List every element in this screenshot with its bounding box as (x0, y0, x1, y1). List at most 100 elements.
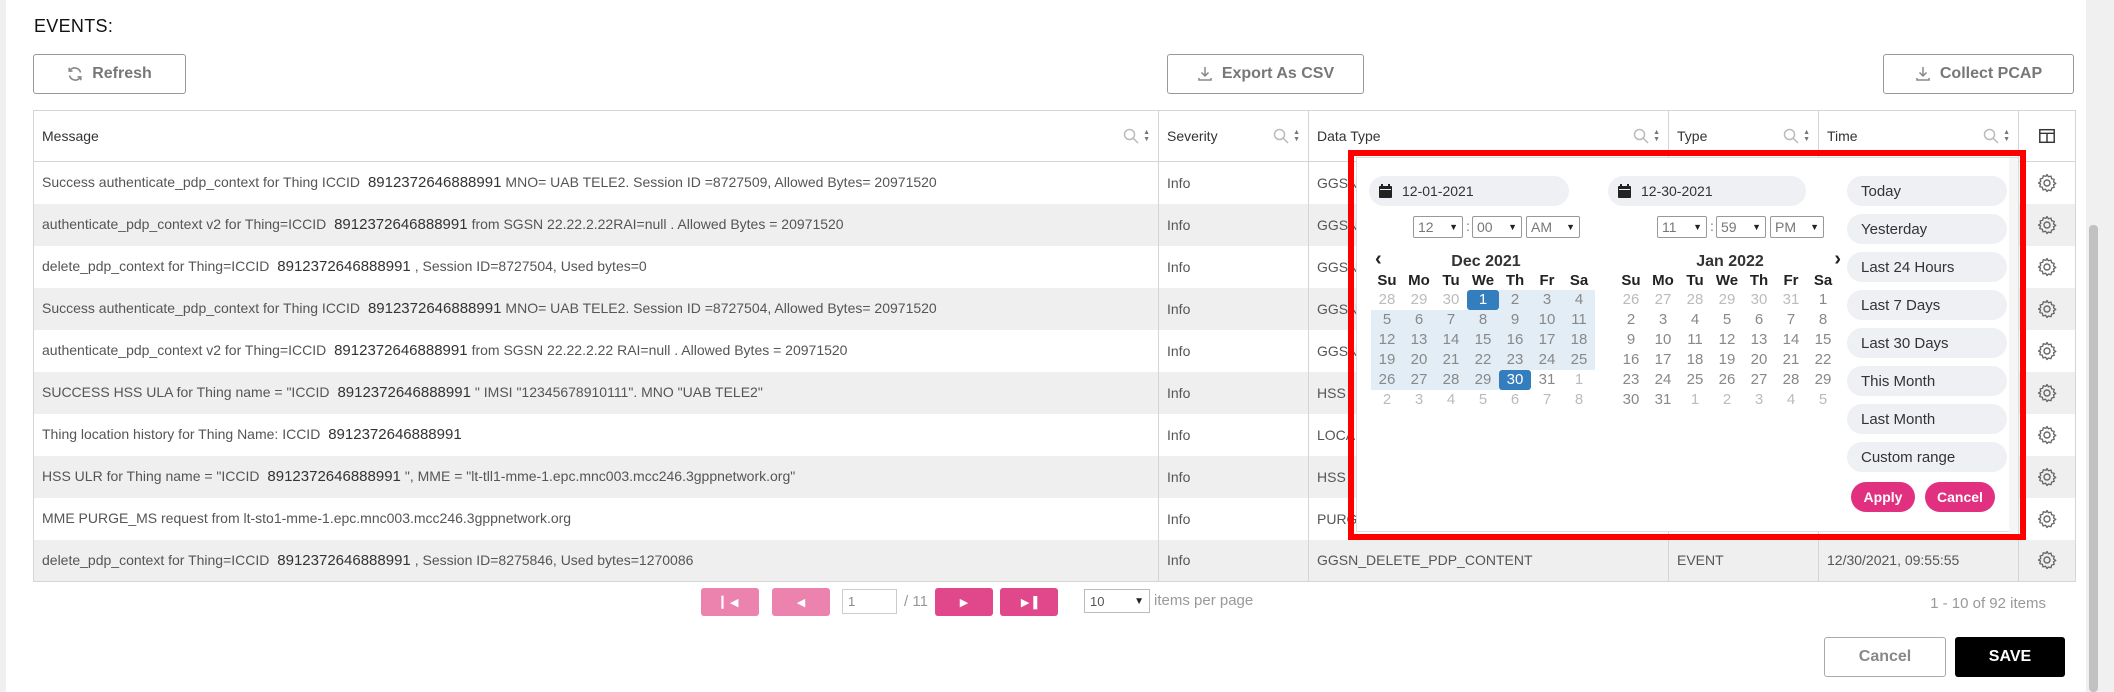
calendar-day[interactable]: 29 (1807, 370, 1839, 390)
calendar-day[interactable]: 12 (1711, 330, 1743, 350)
start-ampm-select[interactable]: AM ▼ (1526, 216, 1580, 238)
column-chooser-header[interactable] (2018, 110, 2076, 162)
calendar-day[interactable]: 9 (1499, 310, 1531, 330)
page-scrollbar[interactable] (2086, 0, 2100, 692)
start-hour-select[interactable]: 12 ▼ (1413, 216, 1463, 238)
calendar-day[interactable]: 16 (1499, 330, 1531, 350)
calendar-day[interactable]: 23 (1615, 370, 1647, 390)
calendar-day[interactable]: 21 (1775, 350, 1807, 370)
calendar-day[interactable]: 17 (1647, 350, 1679, 370)
gear-icon[interactable] (2037, 509, 2057, 529)
calendar-day[interactable]: 2 (1499, 290, 1531, 310)
export-csv-button[interactable]: Export As CSV (1167, 54, 1364, 94)
preset-range-item[interactable]: Today (1847, 176, 2007, 206)
row-settings-cell[interactable] (2018, 497, 2076, 540)
calendar-day[interactable]: 4 (1775, 390, 1807, 410)
calendar-day[interactable]: 17 (1531, 330, 1563, 350)
calendar-day[interactable]: 7 (1531, 390, 1563, 410)
calendar-day[interactable]: 20 (1403, 350, 1435, 370)
calendar-day[interactable]: 7 (1775, 310, 1807, 330)
items-per-page-select[interactable]: 10 ▼ (1084, 589, 1150, 613)
calendar-day[interactable]: 29 (1467, 370, 1499, 390)
column-header[interactable]: Message ▲ ▼ (33, 110, 1159, 162)
next-page-button[interactable]: ▶ (935, 588, 993, 616)
calendar-day[interactable]: 8 (1807, 310, 1839, 330)
calendar-day[interactable]: 2 (1371, 390, 1403, 410)
calendar-day[interactable]: 30 (1615, 390, 1647, 410)
calendar-day[interactable]: 27 (1403, 370, 1435, 390)
calendar-day[interactable]: 19 (1371, 350, 1403, 370)
calendar-day[interactable]: 28 (1775, 370, 1807, 390)
calendar-day[interactable]: 10 (1647, 330, 1679, 350)
search-icon[interactable] (1633, 128, 1649, 144)
calendar-day[interactable]: 28 (1679, 290, 1711, 310)
calendar-day[interactable]: 30 (1435, 290, 1467, 310)
calendar-day[interactable]: 23 (1499, 350, 1531, 370)
calendar-day[interactable]: 10 (1531, 310, 1563, 330)
gear-icon[interactable] (2037, 341, 2057, 361)
search-icon[interactable] (1983, 128, 1999, 144)
prev-page-button[interactable]: ◀ (772, 588, 830, 616)
calendar-day[interactable]: 13 (1743, 330, 1775, 350)
row-settings-cell[interactable] (2018, 413, 2076, 456)
calendar-day[interactable]: 6 (1403, 310, 1435, 330)
first-page-button[interactable]: ▎◀ (701, 588, 759, 616)
column-header[interactable]: Severity ▲ ▼ (1158, 110, 1309, 162)
calendar-day[interactable]: 3 (1403, 390, 1435, 410)
calendar-day[interactable]: 29 (1711, 290, 1743, 310)
calendar-day[interactable]: 24 (1647, 370, 1679, 390)
preset-range-item[interactable]: Last 24 Hours (1847, 252, 2007, 282)
gear-icon[interactable] (2037, 425, 2057, 445)
columns-icon[interactable] (2038, 127, 2056, 145)
calendar-day[interactable]: 8 (1467, 310, 1499, 330)
scrollbar-thumb[interactable] (2089, 225, 2098, 692)
calendar-day[interactable]: 20 (1743, 350, 1775, 370)
calendar-day[interactable]: 2 (1615, 310, 1647, 330)
calendar-day[interactable]: 3 (1743, 390, 1775, 410)
next-month-icon[interactable]: › (1834, 248, 1841, 271)
calendar-day[interactable]: 6 (1743, 310, 1775, 330)
row-settings-cell[interactable] (2018, 329, 2076, 372)
table-row[interactable]: delete_pdp_context for Thing=ICCID 89123… (33, 539, 2076, 582)
calendar-day[interactable]: 5 (1711, 310, 1743, 330)
prev-month-icon[interactable]: ‹ (1375, 248, 1382, 271)
row-settings-cell[interactable] (2018, 455, 2076, 498)
page-number-input[interactable] (842, 589, 897, 614)
calendar-day[interactable]: 29 (1403, 290, 1435, 310)
calendar-day[interactable]: 25 (1563, 350, 1595, 370)
calendar-day[interactable]: 7 (1435, 310, 1467, 330)
calendar-day[interactable]: 15 (1467, 330, 1499, 350)
gear-icon[interactable] (2037, 467, 2057, 487)
calendar-day[interactable]: 2 (1711, 390, 1743, 410)
calendar-day[interactable]: 5 (1371, 310, 1403, 330)
start-minute-select[interactable]: 00 ▼ (1472, 216, 1522, 238)
sort-icon[interactable]: ▲ ▼ (1653, 129, 1660, 143)
row-settings-cell[interactable] (2018, 245, 2076, 288)
preset-range-item[interactable]: Last 30 Days (1847, 328, 2007, 358)
calendar-day[interactable]: 28 (1371, 290, 1403, 310)
calendar-day[interactable]: 11 (1563, 310, 1595, 330)
end-date-input[interactable]: 12-30-2021 (1608, 176, 1806, 206)
calendar-day[interactable]: 31 (1531, 370, 1563, 390)
preset-range-item[interactable]: Last 7 Days (1847, 290, 2007, 320)
start-date-input[interactable]: 12-01-2021 (1369, 176, 1569, 206)
calendar-day[interactable]: 1 (1679, 390, 1711, 410)
calendar-day[interactable]: 1 (1807, 290, 1839, 310)
cancel-button[interactable]: Cancel (1824, 637, 1946, 677)
calendar-day[interactable]: 31 (1775, 290, 1807, 310)
calendar-day[interactable]: 26 (1711, 370, 1743, 390)
gear-icon[interactable] (2037, 215, 2057, 235)
row-settings-cell[interactable] (2018, 539, 2076, 582)
calendar-day[interactable]: 21 (1435, 350, 1467, 370)
calendar-day[interactable]: 18 (1679, 350, 1711, 370)
row-settings-cell[interactable] (2018, 203, 2076, 246)
calendar-day[interactable]: 6 (1499, 390, 1531, 410)
sort-icon[interactable]: ▲ ▼ (1143, 129, 1150, 143)
calendar-day[interactable]: 30 (1743, 290, 1775, 310)
preset-range-item[interactable]: Yesterday (1847, 214, 2007, 244)
calendar-day[interactable]: 16 (1615, 350, 1647, 370)
picker-apply-button[interactable]: Apply (1851, 482, 1915, 512)
search-icon[interactable] (1783, 128, 1799, 144)
end-ampm-select[interactable]: PM ▼ (1770, 216, 1824, 238)
calendar-day[interactable]: 25 (1679, 370, 1711, 390)
